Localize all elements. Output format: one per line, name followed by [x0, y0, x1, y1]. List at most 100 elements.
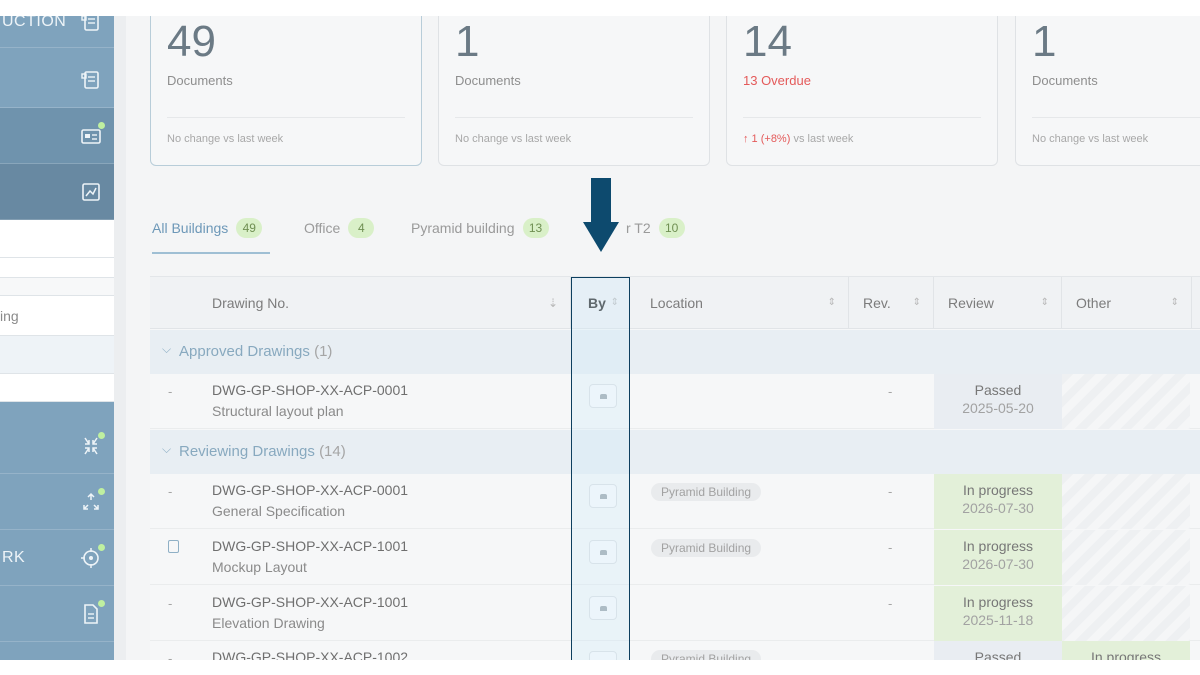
review-cell[interactable]: In progress 2026-07-30 [934, 474, 1062, 529]
review-cell[interactable]: Passed 2025-05-20 [934, 374, 1062, 429]
card-number: 14 [743, 17, 792, 66]
sidebar-item-documents[interactable] [0, 52, 116, 108]
card-footer-text: vs last week [790, 133, 854, 145]
sort-icon[interactable]: ⇕ [1171, 277, 1179, 329]
column-header-drawing-no[interactable]: Drawing No. ⇣ [150, 277, 571, 329]
review-status: In progress [962, 538, 1034, 554]
column-header-review[interactable]: Review ⇕ [934, 277, 1062, 329]
sidebar-item-construction[interactable]: UCTION [0, 16, 116, 48]
sidebar-item-expand[interactable] [0, 474, 116, 530]
table-row[interactable]: - DWG-GP-SHOP-XX-ACP-1002 Pyramid Buildi… [150, 641, 1200, 660]
drawing-number[interactable]: DWG-GP-SHOP-XX-ACP-0001 [212, 382, 408, 398]
tab-count-badge: 49 [236, 218, 263, 238]
drawing-description: Structural layout plan [212, 403, 344, 419]
drawing-number[interactable]: DWG-GP-SHOP-XX-ACP-0001 [212, 482, 408, 498]
card-divider [455, 117, 693, 118]
sort-icon[interactable]: ⇕ [828, 277, 836, 329]
group-label: Approved Drawings (1) [179, 343, 332, 360]
main-content: 49 Documents No change vs last week 1 Do… [126, 16, 1200, 660]
review-status: In progress [962, 482, 1034, 498]
row-marker: - [168, 596, 173, 611]
sidebar-item-collapse[interactable] [0, 418, 116, 474]
chevron-down-icon[interactable]: ⌵ [162, 442, 171, 457]
notification-dot [98, 543, 105, 551]
drawing-number[interactable]: DWG-GP-SHOP-XX-ACP-1001 [212, 538, 408, 554]
card-divider [1032, 117, 1200, 118]
review-date: 2025-05-20 [962, 400, 1034, 416]
sidebar-item-files[interactable] [0, 586, 116, 642]
group-label: Reviewing Drawings (14) [179, 443, 346, 460]
summary-card-overdue[interactable]: 14 13 Overdue ↑ 1 (+8%) vs last week [726, 16, 998, 166]
tab-count-badge: 4 [348, 218, 375, 238]
card-number: 1 [455, 17, 480, 66]
revision: - [888, 484, 893, 499]
review-cell[interactable]: In progress 2026-07-30 [934, 530, 1062, 585]
review-cell[interactable]: Passed [934, 641, 1062, 660]
column-label: Review [948, 295, 994, 311]
sidebar-item-label: UCTION [2, 16, 67, 30]
tab-tower-t2[interactable]: r T2 10 [626, 218, 685, 238]
chart-doc-icon [82, 182, 100, 201]
table-row[interactable]: - DWG-GP-SHOP-XX-ACP-0001 Structural lay… [150, 374, 1200, 429]
file-text-icon [80, 599, 105, 625]
drawing-description: General Specification [212, 503, 346, 519]
sidebar-item-network[interactable]: RK [0, 530, 116, 586]
tab-office[interactable]: Office 4 [304, 218, 375, 238]
other-cell: In progress [1062, 641, 1190, 660]
card-number: 1 [1032, 17, 1057, 66]
chevron-down-icon[interactable]: ⌵ [162, 342, 171, 357]
sidebar-divider [114, 16, 126, 660]
table-row[interactable]: - DWG-GP-SHOP-XX-ACP-0001 General Specif… [150, 474, 1200, 529]
summary-card[interactable]: 1 Documents No change vs last week [1015, 16, 1200, 166]
table-row[interactable]: - DWG-GP-SHOP-XX-ACP-1001 Elevation Draw… [150, 586, 1200, 641]
drawing-number[interactable]: DWG-GP-SHOP-XX-ACP-1001 [212, 594, 408, 610]
location-tag: Pyramid Building [651, 539, 762, 557]
bottom-margin [0, 660, 1200, 675]
review-date: 2026-07-30 [962, 556, 1034, 572]
card-divider [167, 117, 405, 118]
sort-icon[interactable]: ⇕ [1041, 277, 1049, 329]
sidebar-subitem-active[interactable] [0, 336, 114, 374]
summary-card[interactable]: 1 Documents No change vs last week [438, 16, 710, 166]
group-title: Approved Drawings [179, 343, 310, 360]
down-arrow-icon [583, 178, 619, 252]
table-header: Drawing No. ⇣ By ⇕ Location ⇕ Rev. ⇕ Rev… [150, 277, 1200, 329]
tab-all-buildings[interactable]: All Buildings 49 [152, 218, 263, 238]
sort-desc-icon[interactable]: ⇣ [548, 277, 558, 329]
review-status: In progress [962, 594, 1034, 610]
tab-label: Office [304, 220, 341, 236]
building-tabs: All Buildings 49 Office 4 Pyramid buildi… [152, 218, 712, 256]
table-row[interactable]: DWG-GP-SHOP-XX-ACP-1001 Mockup Layout Py… [150, 530, 1200, 585]
sidebar-subitem[interactable] [0, 374, 114, 402]
sidebar-subitem[interactable] [0, 220, 114, 258]
notification-dot [98, 599, 105, 607]
review-date: 2025-11-18 [962, 612, 1034, 628]
sidebar-filter-input[interactable]: ing [0, 296, 114, 336]
tab-pyramid-building[interactable]: Pyramid building 13 [411, 218, 549, 238]
sidebar-subitem[interactable] [0, 258, 114, 278]
active-tab-underline [152, 252, 270, 254]
review-cell[interactable]: In progress 2025-11-18 [934, 586, 1062, 641]
sidebar-item-reports[interactable] [0, 164, 116, 220]
drawing-description: Mockup Layout [212, 559, 307, 575]
review-status: Passed [974, 649, 1022, 660]
collapse-arrows-icon [80, 431, 105, 457]
tab-label: r T2 [626, 220, 651, 236]
card-footer: No change vs last week [1032, 133, 1149, 145]
summary-card[interactable]: 49 Documents No change vs last week [150, 16, 422, 166]
document-icon[interactable] [168, 540, 179, 553]
group-header-approved[interactable]: ⌵ Approved Drawings (1) [150, 330, 1200, 374]
column-header-other[interactable]: Other ⇕ [1062, 277, 1192, 329]
sidebar-item-cards[interactable] [0, 108, 116, 164]
document-stack-icon [81, 70, 99, 89]
expand-arrows-icon [80, 487, 105, 513]
column-header-location[interactable]: Location ⇕ [630, 277, 849, 329]
revision: - [888, 540, 893, 555]
drawings-table: Drawing No. ⇣ By ⇕ Location ⇕ Rev. ⇕ Rev… [150, 276, 1200, 660]
sort-icon[interactable]: ⇕ [913, 277, 921, 329]
drawing-number[interactable]: DWG-GP-SHOP-XX-ACP-1002 [212, 649, 408, 660]
column-label: Location [650, 295, 703, 311]
group-header-reviewing[interactable]: ⌵ Reviewing Drawings (14) [150, 430, 1200, 474]
tab-count-badge: 10 [658, 218, 685, 238]
column-header-rev[interactable]: Rev. ⇕ [849, 277, 934, 329]
